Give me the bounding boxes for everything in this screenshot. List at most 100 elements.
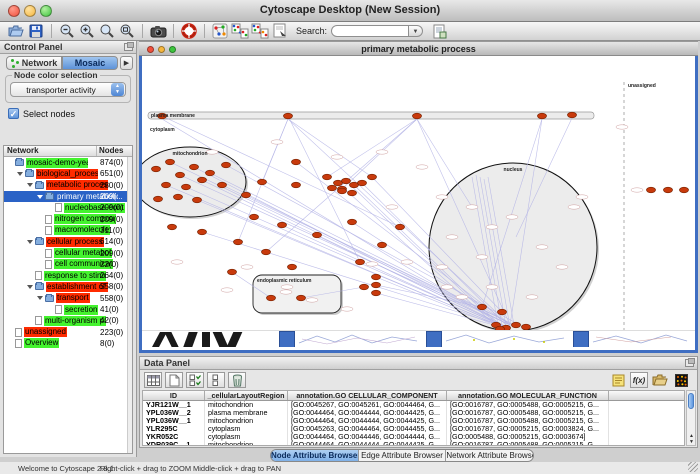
tree-row-label: multi-organism pro [44,316,106,326]
open-folder-icon[interactable] [651,372,669,388]
tree-row-label: mosaic-demo-yeast [26,158,88,168]
control-panel-header: Control Panel [0,41,136,54]
attribute-browser-tabs: Node Attribute BrowserEdge Attribute Bro… [270,449,534,462]
node-color-dropdown[interactable]: transporter activity ▲▼ [10,82,126,97]
search-dropdown-icon[interactable]: ▼ [409,25,423,37]
tree-row[interactable]: cellular metabol209(0) [4,247,132,258]
table-cell: [GO:0044464, GO:0044444, GO:0044425, G..… [288,417,447,425]
tab-node-attribute-browser[interactable]: Node Attribute Browser [271,450,359,461]
tree-row[interactable]: biological_process651(0) [4,168,132,179]
expand-arrow-icon[interactable] [17,172,23,176]
snapshot-icon[interactable] [148,23,168,40]
table-column-header[interactable]: annotation.GO CELLULAR_COMPONENT [288,391,447,400]
table-cell: YPL036W__1 [143,417,205,425]
table-column-header[interactable]: ID [143,391,205,400]
table-row[interactable]: YPL036W__1mitochondrion[GO:0044464, GO:0… [143,417,684,425]
zoom-fit-icon[interactable] [117,23,137,40]
table-row[interactable]: YPL036W__2plasma membrane[GO:0044464, GO… [143,409,684,417]
table-cell: cytoplasm [205,433,288,441]
table-row[interactable]: YJR121W__1mitochondrion[GO:0045267, GO:0… [143,401,684,409]
background-window-edge[interactable] [426,331,442,347]
expand-arrow-icon[interactable] [37,296,43,300]
network-overview-icon[interactable] [210,23,230,40]
import-table-icon[interactable] [429,23,449,40]
network-canvas[interactable]: plasma membranecytoplasmmitochondrionnuc… [142,57,695,330]
annotation-icon[interactable] [270,23,290,40]
unselect-attributes-icon[interactable] [207,372,225,388]
background-window-edge[interactable] [279,331,295,347]
zoom-selected-icon[interactable] [97,23,117,40]
tree-row[interactable]: secretion41(0) [4,304,132,315]
tree-row-count: 264(0) [100,271,123,280]
table-cell: plasma membrane [205,409,288,417]
zoom-out-icon[interactable] [57,23,77,40]
tree-row-label: response to stimulu [44,271,106,281]
save-icon[interactable] [26,23,46,40]
table-scrollbar[interactable]: ▲▼ [686,390,696,446]
scrollbar-arrows[interactable]: ▲▼ [687,433,696,445]
table-row[interactable]: YLR295Ccytoplasm[GO:0045263, GO:0044464,… [143,425,684,433]
notes-icon[interactable] [609,372,627,388]
search-input[interactable] [331,25,409,37]
tree-row[interactable]: nucleobase-cont209(0) [4,202,132,213]
select-attributes-icon[interactable] [186,372,204,388]
layout-nodes-icon[interactable] [230,23,250,40]
tree-row[interactable]: nitrogen compou209(0) [4,213,132,224]
toolbar-separator [51,24,52,38]
tree-row[interactable]: metabolic process280(0) [4,180,132,191]
tab-network[interactable]: Network [6,56,62,70]
group-label: Node color selection [12,70,100,80]
background-window-edge[interactable] [573,331,589,347]
clipped-label-glyph [164,332,178,347]
toolbar-separator [173,24,174,38]
tree-row[interactable]: response to stimulu264(0) [4,270,132,281]
heatmap-icon[interactable] [672,372,690,388]
table-row[interactable]: YDR039C__1mitochondrion[GO:0044464, GO:0… [143,441,684,446]
float-panel-icon[interactable] [685,359,694,367]
tree-row[interactable]: primary metabolic209(... [4,191,132,202]
tree-row[interactable]: mosaic-demo-yeast874(0) [4,157,132,168]
table-cell: [GO:0045263, GO:0044464, GO:0044455, G..… [288,425,447,433]
network-window-titlebar[interactable]: primary metabolic process [139,41,698,56]
tree-row[interactable]: cell communicat22(0) [4,259,132,270]
expand-arrow-icon[interactable] [27,240,33,244]
tree-row[interactable]: unassigned223(0) [4,326,132,337]
tree-row[interactable]: cellular process614(0) [4,236,132,247]
table-column-header[interactable]: _cellularLayoutRegion [205,391,288,400]
table-icon[interactable] [144,372,162,388]
tree-scrollbar[interactable] [127,157,132,453]
layout-edges-icon[interactable] [250,23,270,40]
tree-row[interactable]: macromolecule311(0) [4,225,132,236]
clipped-label-glyph [227,332,243,347]
expand-arrow-icon[interactable] [37,195,43,199]
table-row[interactable]: YKR052Ccytoplasm[GO:0044464, GO:0044446,… [143,433,684,441]
tab-mosaic[interactable]: Mosaic [62,56,118,70]
folder-icon [25,170,34,177]
function-builder-icon[interactable]: f(x) [630,372,648,388]
tab-network-attribute-browser[interactable]: Network Attribute Browser [446,450,533,461]
zoom-in-icon[interactable] [77,23,97,40]
control-panel-tabs: Network Mosaic ▶ [0,54,136,71]
tree-row-count: 311(0) [100,226,123,235]
float-panel-icon[interactable] [124,43,133,51]
tab-edge-attribute-browser[interactable]: Edge Attribute Browser [359,450,447,461]
delete-attribute-icon[interactable] [228,372,246,388]
open-icon[interactable] [6,23,26,40]
tree-row-count: 280(0) [100,181,123,190]
expand-arrow-icon[interactable] [27,285,33,289]
toolbar-separator [204,24,205,38]
table-column-header[interactable]: annotation.GO MOLECULAR_FUNCTION [447,391,609,400]
file-icon [15,339,22,348]
table-scrollbar-thumb[interactable] [688,393,694,409]
help-icon[interactable] [179,23,199,40]
new-attribute-icon[interactable] [165,372,183,388]
resize-grip[interactable] [688,462,698,472]
select-nodes-checkbox[interactable]: ✓ [8,108,19,119]
tree-row[interactable]: multi-organism pro42(0) [4,315,132,326]
tree-row[interactable]: establishment of lo558(0) [4,281,132,292]
expand-arrow-icon[interactable] [27,183,33,187]
tab-overflow-button[interactable]: ▶ [120,56,133,70]
tree-row[interactable]: transport558(0) [4,293,132,304]
tree-row-count: 209(0) [100,203,123,212]
tree-row[interactable]: Overview8(0) [4,338,132,349]
